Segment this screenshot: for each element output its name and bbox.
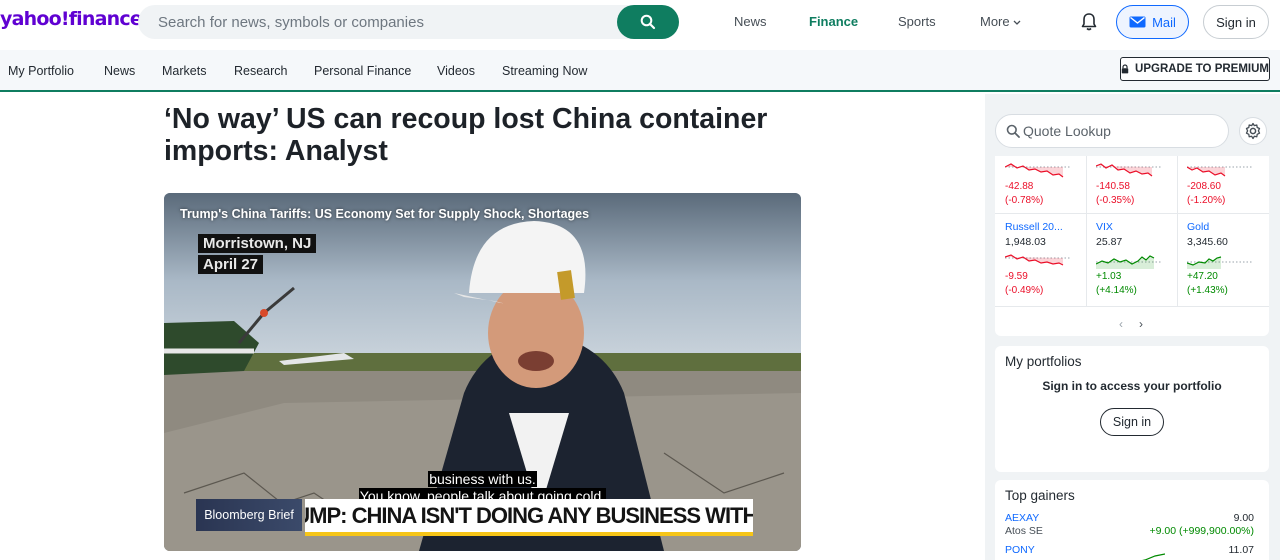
portfolios-subtitle: Sign in to access your portfolio: [1042, 379, 1222, 393]
nav-sports[interactable]: Sports: [898, 14, 936, 29]
ticker-price: 1,948.03: [1005, 236, 1046, 248]
bloomberg-brief-label: Bloomberg Brief: [196, 499, 302, 531]
mail-button[interactable]: Mail: [1116, 5, 1189, 39]
subnav-streaming-now[interactable]: Streaming Now: [502, 64, 587, 78]
gainer-change: +9.00 (+999,900.00%): [1149, 525, 1255, 537]
ticker-name: Russell 20...: [1005, 221, 1063, 233]
top-gainers-title: Top gainers: [1005, 488, 1075, 503]
caption-line-1: business with us.: [164, 471, 801, 487]
ticker-change-pct: (-1.20%): [1187, 195, 1226, 206]
subnav-personal-finance[interactable]: Personal Finance: [314, 64, 411, 78]
sparkline-down: [1005, 163, 1070, 178]
ticker-change-pct: (-0.49%): [1005, 285, 1044, 296]
subnav-videos[interactable]: Videos: [437, 64, 475, 78]
ticker-name: Gold: [1187, 221, 1210, 233]
pager-next-button[interactable]: ›: [1139, 317, 1143, 331]
sparkline-up: [1141, 553, 1165, 560]
ticker-change-pct: (+4.14%): [1096, 285, 1137, 296]
ticker-change: -42.88: [1005, 181, 1034, 192]
ticker-change: -208.60: [1187, 181, 1221, 192]
sparkline-up: [1187, 256, 1252, 269]
sparkline-up: [1096, 255, 1161, 269]
gainer-symbol: PONY: [1005, 544, 1035, 556]
divider: [995, 213, 1269, 214]
video-location: Morristown, NJ: [198, 234, 317, 253]
my-portfolios-card: My portfolios Sign in to access your por…: [995, 346, 1269, 472]
nav-news[interactable]: News: [734, 14, 767, 29]
search-bar: [138, 5, 679, 39]
pager-prev-button[interactable]: ‹: [1119, 317, 1123, 331]
ticker-item[interactable]: -208.60 (-1.20%): [1187, 158, 1278, 207]
table-row[interactable]: PONY 11.07: [1005, 544, 1259, 560]
ticker-change-pct: (+1.43%): [1187, 285, 1228, 296]
ticker-item-russell[interactable]: Russell 20... 1,948.03 -9.59 (-0.49%): [1005, 221, 1096, 297]
upgrade-premium-button[interactable]: UPGRADE TO PREMIUM: [1120, 57, 1270, 81]
search-icon: [640, 14, 656, 30]
search-icon: [1006, 124, 1020, 138]
upgrade-label: UPGRADE TO PREMIUM: [1135, 63, 1269, 75]
ticker-item[interactable]: -42.88 (-0.78%): [1005, 158, 1096, 207]
gainer-price: 9.00: [1233, 512, 1254, 524]
subnav-markets[interactable]: Markets: [162, 64, 206, 78]
divider: [995, 306, 1269, 307]
right-rail: -42.88 (-0.78%) -140.58 (-0.35%) -208.60…: [985, 94, 1280, 560]
ticker-item[interactable]: -140.58 (-0.35%): [1096, 158, 1187, 207]
sub-navigation: My Portfolio News Markets Research Perso…: [0, 50, 1280, 92]
nav-finance[interactable]: Finance: [809, 14, 858, 29]
gear-icon: [1245, 122, 1261, 140]
gainer-symbol: AEXAY: [1005, 512, 1040, 524]
ticker-change: +1.03: [1096, 271, 1122, 282]
mail-label: Mail: [1152, 14, 1176, 30]
ticker-change: -140.58: [1096, 181, 1130, 192]
yahoo-finance-logo[interactable]: yahoo!finance: [0, 8, 143, 30]
ticker-item-vix[interactable]: VIX 25.87 +1.03 (+4.14%): [1096, 221, 1187, 297]
quote-lookup-input[interactable]: [1023, 115, 1223, 147]
video-player[interactable]: Trump's China Tariffs: US Economy Set fo…: [164, 193, 801, 551]
ticker-change: +47.20: [1187, 271, 1218, 282]
sparkline-down: [1005, 254, 1070, 266]
ticker-change-pct: (-0.78%): [1005, 195, 1044, 206]
portfolio-sign-in-button[interactable]: Sign in: [1100, 408, 1164, 436]
subnav-my-portfolio[interactable]: My Portfolio: [8, 64, 74, 78]
gainer-company: Atos SE: [1005, 525, 1043, 537]
video-chyron: TRUMP: CHINA ISN'T DOING ANY BUSINESS WI…: [305, 499, 753, 536]
nav-more[interactable]: More: [980, 14, 1021, 29]
subnav-news[interactable]: News: [104, 64, 135, 78]
ticker-change: -9.59: [1005, 271, 1028, 282]
search-input[interactable]: [158, 5, 608, 39]
gainer-price: 11.07: [1228, 544, 1255, 556]
settings-button[interactable]: [1239, 117, 1267, 145]
subnav-research[interactable]: Research: [234, 64, 288, 78]
portfolios-title: My portfolios: [1005, 354, 1082, 369]
lock-icon: [1121, 64, 1129, 74]
top-gainers-card: Top gainers AEXAY Atos SE 9.00 +9.00 (+9…: [995, 480, 1269, 560]
market-tickers-card: -42.88 (-0.78%) -140.58 (-0.35%) -208.60…: [995, 156, 1269, 336]
ticker-name: VIX: [1096, 221, 1113, 233]
nav-more-label: More: [980, 14, 1010, 29]
chevron-down-icon: [1013, 20, 1021, 25]
video-title: Trump's China Tariffs: US Economy Set fo…: [180, 207, 590, 221]
ticker-change-pct: (-0.35%): [1096, 195, 1135, 206]
sparkline-down: [1187, 166, 1252, 177]
search-button[interactable]: [617, 5, 679, 39]
ticker-price: 3,345.60: [1187, 236, 1228, 248]
ticker-price: 25.87: [1096, 236, 1123, 248]
envelope-icon: [1129, 16, 1146, 28]
sign-in-button[interactable]: Sign in: [1203, 5, 1269, 39]
ticker-item-gold[interactable]: Gold 3,345.60 +47.20 (+1.43%): [1187, 221, 1278, 297]
caption-text-1: business with us.: [428, 471, 537, 487]
video-date: April 27: [198, 255, 264, 274]
sparkline-down: [1096, 163, 1161, 177]
top-header: yahoo!finance News Finance Sports More M…: [0, 0, 1280, 44]
article-headline: ‘No way’ US can recoup lost China contai…: [164, 103, 768, 167]
bell-icon[interactable]: [1080, 12, 1098, 32]
quote-lookup-box: [995, 114, 1229, 148]
table-row[interactable]: AEXAY Atos SE 9.00 +9.00 (+999,900.00%): [1005, 512, 1259, 544]
